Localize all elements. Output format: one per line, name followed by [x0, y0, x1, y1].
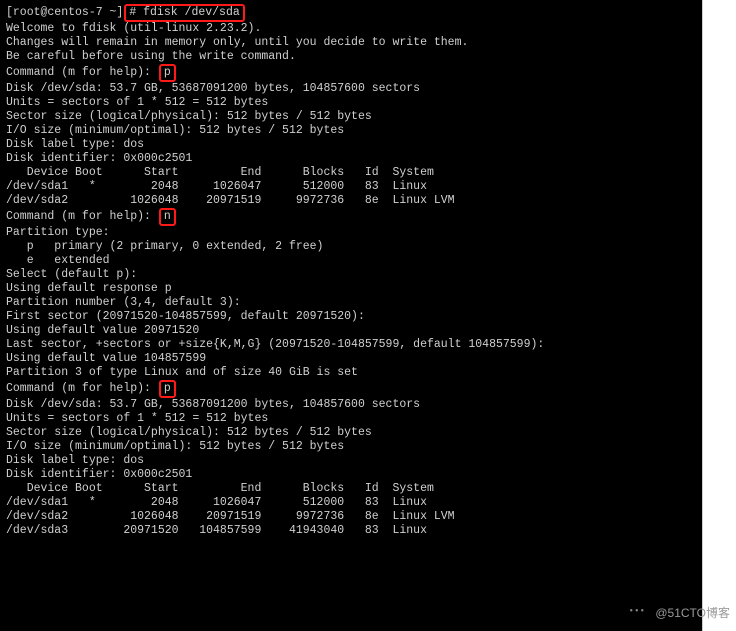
partition-row: /dev/sda3 20971520 104857599 41943040 83…	[6, 524, 696, 538]
welcome-line: Welcome to fdisk (util-linux 2.23.2).	[6, 22, 696, 36]
partition-row: /dev/sda1 * 2048 1026047 512000 83 Linux	[6, 496, 696, 510]
disk-info-line: I/O size (minimum/optimal): 512 bytes / …	[6, 440, 696, 454]
new-part-line: Select (default p):	[6, 268, 696, 282]
disk-info-line: Disk label type: dos	[6, 454, 696, 468]
command-prompt-1: Command (m for help): p	[6, 64, 696, 82]
new-part-line: Partition type:	[6, 226, 696, 240]
command-prompt-3: Command (m for help): p	[6, 380, 696, 398]
disk-info-line: Sector size (logical/physical): 512 byte…	[6, 110, 696, 124]
disk-info-line: Sector size (logical/physical): 512 byte…	[6, 426, 696, 440]
disk-info-line: I/O size (minimum/optimal): 512 bytes / …	[6, 124, 696, 138]
command-label: Command (m for help):	[6, 66, 158, 79]
command-prompt-2: Command (m for help): n	[6, 208, 696, 226]
disk-info-line: Disk /dev/sda: 53.7 GB, 53687091200 byte…	[6, 398, 696, 412]
print-command-highlight: p	[159, 380, 176, 398]
fdisk-command-highlight: # fdisk /dev/sda	[124, 4, 244, 22]
partition-row: /dev/sda2 1026048 20971519 9972736 8e Li…	[6, 194, 696, 208]
partition-table-header: Device Boot Start End Blocks Id System	[6, 166, 696, 180]
warning-line-2: Be careful before using the write comman…	[6, 50, 696, 64]
watermark-text: @51CTO博客	[655, 604, 730, 621]
new-part-line: First sector (20971520-104857599, defaul…	[6, 310, 696, 324]
warning-line-1: Changes will remain in memory only, unti…	[6, 36, 696, 50]
shell-prompt: [root@centos-7 ~]# fdisk /dev/sda	[6, 4, 696, 22]
disk-info-line: Units = sectors of 1 * 512 = 512 bytes	[6, 412, 696, 426]
new-part-line: Partition number (3,4, default 3):	[6, 296, 696, 310]
disk-info-line: Units = sectors of 1 * 512 = 512 bytes	[6, 96, 696, 110]
ellipsis-icon: •••	[629, 606, 646, 617]
new-part-line: Using default response p	[6, 282, 696, 296]
disk-info-line: Disk /dev/sda: 53.7 GB, 53687091200 byte…	[6, 82, 696, 96]
disk-info-line: Disk label type: dos	[6, 138, 696, 152]
prompt-prefix: [root@centos-7 ~]	[6, 6, 123, 19]
command-label: Command (m for help):	[6, 382, 158, 395]
print-command-highlight: p	[159, 64, 176, 82]
new-part-line: Partition 3 of type Linux and of size 40…	[6, 366, 696, 380]
new-part-line: Using default value 20971520	[6, 324, 696, 338]
terminal[interactable]: [root@centos-7 ~]# fdisk /dev/sda Welcom…	[0, 0, 703, 631]
partition-row: /dev/sda2 1026048 20971519 9972736 8e Li…	[6, 510, 696, 524]
new-part-line: Using default value 104857599	[6, 352, 696, 366]
partition-row: /dev/sda1 * 2048 1026047 512000 83 Linux	[6, 180, 696, 194]
new-part-line: e extended	[6, 254, 696, 268]
new-part-line: p primary (2 primary, 0 extended, 2 free…	[6, 240, 696, 254]
new-part-line: Last sector, +sectors or +size{K,M,G} (2…	[6, 338, 696, 352]
disk-info-line: Disk identifier: 0x000c2501	[6, 152, 696, 166]
disk-info-line: Disk identifier: 0x000c2501	[6, 468, 696, 482]
partition-table-header: Device Boot Start End Blocks Id System	[6, 482, 696, 496]
command-label: Command (m for help):	[6, 210, 158, 223]
new-command-highlight: n	[159, 208, 176, 226]
